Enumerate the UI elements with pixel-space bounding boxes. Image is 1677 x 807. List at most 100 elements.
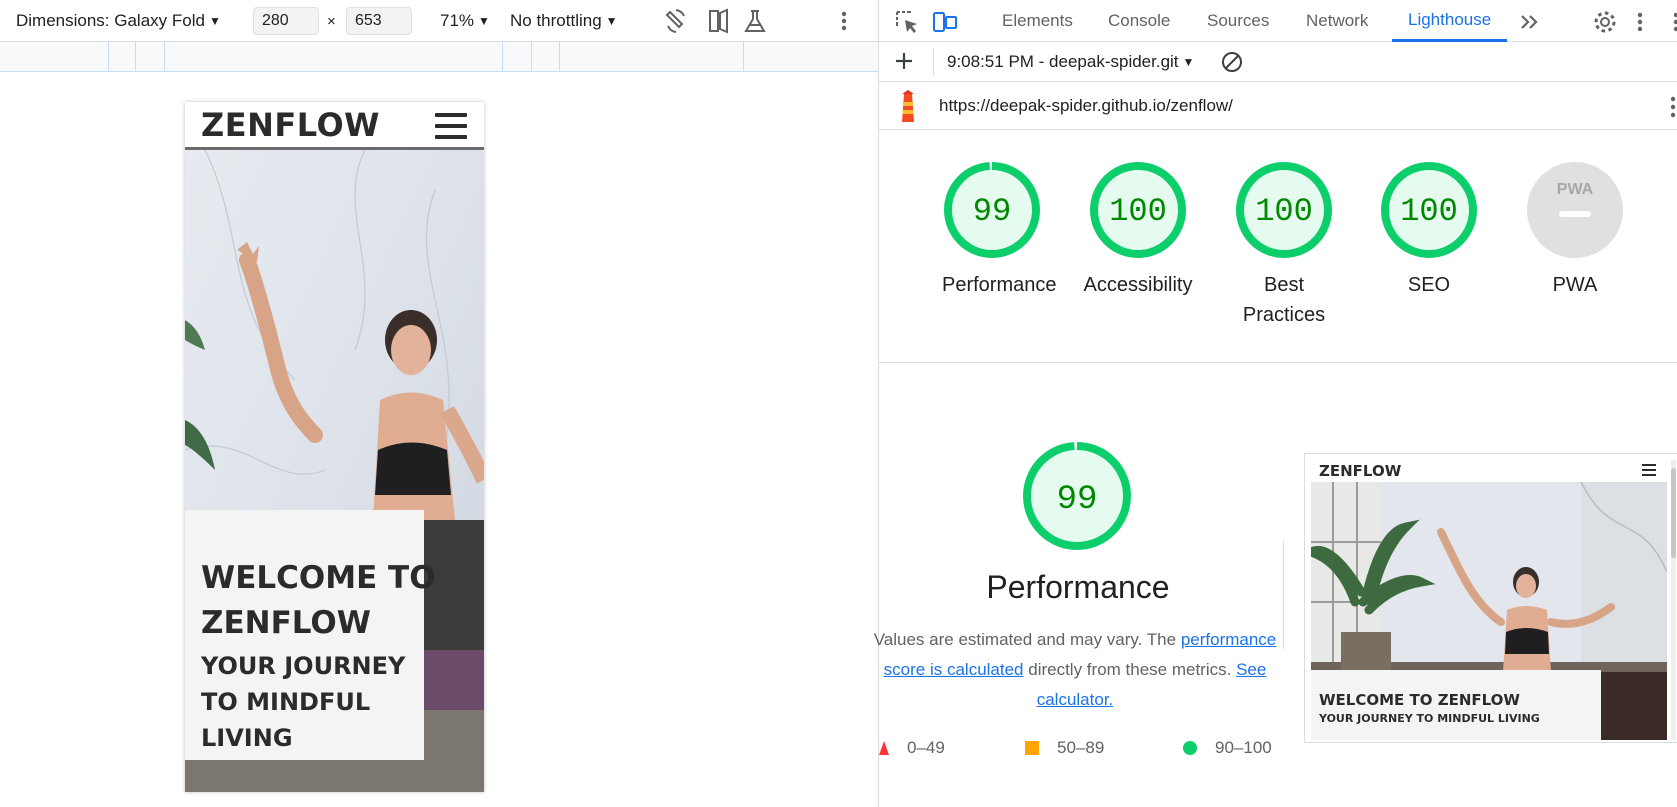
clear-reports-icon[interactable]	[1221, 51, 1243, 78]
hero-title-line: WELCOME TO	[201, 560, 436, 596]
red-triangle-icon	[879, 741, 889, 755]
toolbar-divider	[933, 48, 934, 76]
final-screenshot-thumbnail[interactable]: ZENFLOW WELCOME TO ZENFLOW YOUR JOURNEY …	[1304, 453, 1677, 743]
gauge-score: 99	[973, 193, 1011, 230]
new-report-plus-icon[interactable]	[893, 50, 915, 77]
thumbnail-logo: ZENFLOW	[1319, 462, 1402, 480]
gauge-score: 100	[1400, 193, 1458, 230]
zoom-label: 71%	[440, 11, 475, 30]
ruler-tick	[108, 42, 109, 72]
height-input[interactable]: 653	[346, 7, 412, 35]
throttling-label: No throttling	[510, 11, 602, 30]
gauge-ring: 99	[944, 162, 1040, 258]
gauge-label: SEO	[1407, 274, 1451, 296]
performance-large-score: 99	[1057, 481, 1098, 519]
settings-gear-icon[interactable]	[1592, 9, 1618, 35]
media-query-ruler	[0, 42, 878, 72]
site-logo[interactable]: ZENFLOW	[201, 106, 380, 144]
performance-description: Values are estimated and may vary. The p…	[873, 625, 1277, 715]
tab-console[interactable]: Console	[1108, 0, 1170, 42]
device-dimensions-label: Dimensions: Galaxy Fold	[16, 11, 205, 30]
ruler-tick	[135, 42, 136, 72]
report-selector-label: 9:08:51 PM - deepak-spider.git	[947, 52, 1179, 71]
more-options-icon[interactable]	[840, 0, 848, 42]
devtools-menu-edge-icon[interactable]	[1673, 9, 1677, 35]
device-toolbar-toggle-icon[interactable]	[932, 9, 958, 35]
vertical-divider	[1283, 541, 1284, 649]
pwa-badge-text: PWA	[1557, 181, 1594, 198]
device-viewport: ZENFLOW WELCOME TO ZENFLOW YOUR JOURNEY …	[185, 102, 484, 792]
thumbnail-scrollbar[interactable]	[1671, 460, 1676, 740]
hero-title: WELCOME TO ZENFLOW	[201, 556, 436, 646]
tab-elements[interactable]: Elements	[1002, 0, 1073, 42]
more-tabs-chevron-icon[interactable]	[1517, 9, 1543, 35]
lighthouse-logo-icon	[895, 90, 921, 129]
desc-text: directly from these metrics.	[1023, 660, 1237, 679]
throttling-dropdown[interactable]: No throttling ▼	[510, 0, 618, 42]
ruler-tick	[164, 42, 165, 72]
gauge-accessibility[interactable]: 100 Accessibility	[1084, 160, 1192, 300]
caret-down-icon: ▼	[478, 14, 490, 28]
legend-pass-label: 90–100	[1215, 738, 1272, 757]
width-field-wrap: 280	[253, 0, 319, 42]
lighthouse-toolbar: 9:08:51 PM - deepak-spider.git ▼	[879, 42, 1677, 82]
gauge-performance[interactable]: 99 Performance	[942, 160, 1057, 300]
devtools-tab-bar: Elements Console Sources Network Lightho…	[879, 0, 1677, 42]
thumbnail-text-box: WELCOME TO ZENFLOW YOUR JOURNEY TO MINDF…	[1311, 670, 1601, 740]
ruler-tick	[743, 42, 744, 72]
gauge-label: Accessibility	[1083, 274, 1193, 296]
report-url[interactable]: https://deepak-spider.github.io/zenflow/	[939, 82, 1233, 130]
scrollbar-thumb[interactable]	[1671, 468, 1676, 558]
gauge-score: 100	[1109, 193, 1167, 230]
gauge-pwa[interactable]: PWA PWA	[1525, 160, 1625, 300]
hero-text-box: WELCOME TO ZENFLOW YOUR JOURNEY TO MINDF…	[185, 510, 436, 760]
caret-down-icon: ▼	[605, 14, 618, 28]
ruler-tick	[531, 42, 532, 72]
score-legend: 0–49 50–89 90–100	[879, 738, 1299, 762]
height-field-wrap: 653	[346, 0, 412, 42]
inspect-element-icon[interactable]	[894, 9, 920, 35]
caret-down-icon: ▼	[208, 14, 221, 28]
width-input[interactable]: 280	[253, 7, 319, 35]
rotate-icon[interactable]	[662, 0, 690, 42]
gauge-seo[interactable]: 100 SEO	[1379, 160, 1479, 300]
device-dimensions-dropdown[interactable]: Dimensions: Galaxy Fold ▼	[16, 0, 221, 42]
performance-section: 99 Performance Values are estimated and …	[874, 363, 1677, 807]
performance-large-gauge: 99	[1022, 441, 1132, 551]
zoom-dropdown[interactable]: 71% ▼	[440, 0, 490, 42]
hamburger-menu-icon[interactable]	[435, 112, 467, 140]
green-circle-icon	[1183, 741, 1197, 755]
thumbnail-subtitle: YOUR JOURNEY TO MINDFUL LIVING	[1319, 712, 1540, 725]
tab-lighthouse[interactable]: Lighthouse	[1392, 0, 1508, 42]
hero-subtitle-line: TO MINDFUL	[201, 688, 371, 716]
tab-network[interactable]: Network	[1306, 0, 1368, 42]
legend-pass: 90–100	[1183, 738, 1272, 758]
hero-subtitle: YOUR JOURNEY TO MINDFUL LIVING	[201, 648, 424, 756]
devtools-menu-icon[interactable]	[1636, 9, 1662, 35]
gauge-label: PWA	[1552, 274, 1598, 296]
gauge-best-practices[interactable]: 100 Best Practices	[1234, 160, 1334, 330]
ruler-tick	[502, 42, 503, 72]
device-emulation-pane: Dimensions: Galaxy Fold ▼ 280 × 653 71% ▼ …	[0, 0, 878, 807]
gauge-ring: 100	[1090, 162, 1186, 258]
legend-average-label: 50–89	[1057, 738, 1105, 757]
desc-text: Values are estimated and may vary. The	[873, 630, 1181, 649]
legend-fail-label: 0–49	[907, 738, 945, 757]
devtools-panel: Elements Console Sources Network Lightho…	[874, 0, 1677, 807]
report-more-icon[interactable]	[1670, 95, 1676, 124]
hero-subtitle-line: LIVING	[201, 724, 293, 752]
caret-down-icon: ▼	[1182, 55, 1195, 69]
dual-screen-icon[interactable]	[705, 0, 733, 42]
sensors-flask-icon[interactable]	[741, 0, 769, 42]
gauge-label: Best Practices	[1242, 274, 1326, 326]
thumbnail-title: WELCOME TO ZENFLOW	[1319, 691, 1520, 709]
gauge-ring: 100	[1381, 162, 1477, 258]
thumbnail-hero-image: WELCOME TO ZENFLOW YOUR JOURNEY TO MINDF…	[1311, 482, 1667, 740]
pwa-badge-icon: PWA	[1527, 162, 1623, 258]
hero-section: WELCOME TO ZENFLOW YOUR JOURNEY TO MINDF…	[185, 150, 484, 792]
report-selector-dropdown[interactable]: 9:08:51 PM - deepak-spider.git ▼	[947, 42, 1194, 82]
report-url-row: https://deepak-spider.github.io/zenflow/	[879, 82, 1677, 130]
gauge-ring: 100	[1236, 162, 1332, 258]
gauge-label: Performance	[942, 274, 1057, 296]
tab-sources[interactable]: Sources	[1207, 0, 1269, 42]
